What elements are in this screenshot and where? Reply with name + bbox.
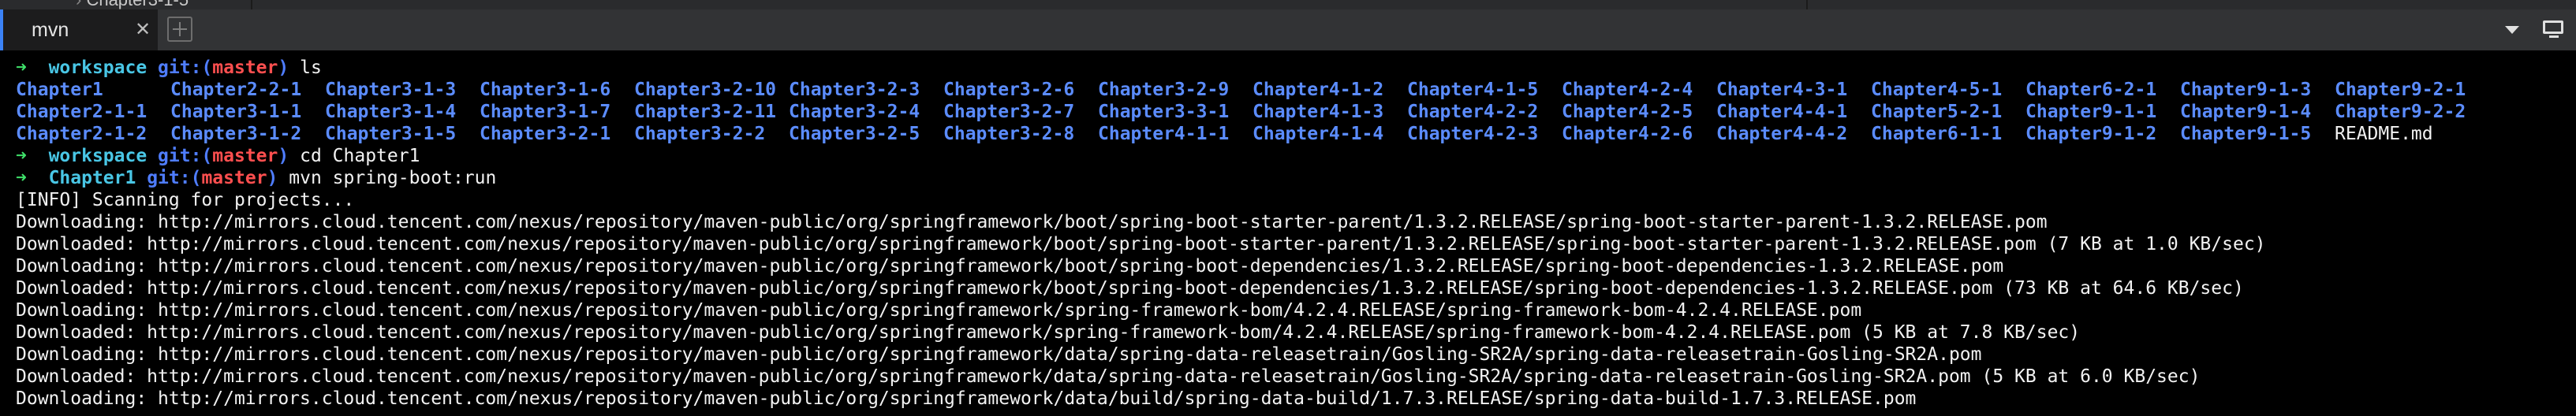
ls-entry: Chapter5-2-1	[1871, 102, 2003, 122]
output-line: Downloading: http://mirrors.cloud.tencen…	[16, 212, 2048, 232]
git-label: git:(	[147, 168, 202, 188]
ls-entry: Chapter6-2-1	[2025, 80, 2157, 100]
prompt-arrow: ➜	[16, 58, 27, 78]
ls-entry: Chapter4-4-2	[1716, 124, 1848, 144]
ls-entry: Chapter3-3-1	[1098, 102, 1230, 122]
prompt-directory: workspace	[48, 146, 147, 166]
ls-entry: Chapter1	[16, 80, 103, 100]
ls-entry: Chapter4-2-6	[1562, 124, 1693, 144]
ls-entry: Chapter9-1-3	[2180, 80, 2312, 100]
ls-entry: Chapter3-1-5	[325, 124, 457, 144]
output-line: Downloaded: http://mirrors.cloud.tencent…	[16, 366, 2201, 387]
divider	[251, 0, 252, 9]
ls-entry: Chapter3-2-4	[789, 102, 920, 122]
close-icon[interactable]: ✕	[131, 17, 155, 41]
git-branch: master	[212, 146, 278, 166]
prompt-arrow: ➜	[16, 146, 27, 166]
monitor-screen	[2543, 20, 2563, 34]
output-line: Downloading: http://mirrors.cloud.tencen…	[16, 300, 1862, 321]
ls-entry: Chapter3-1-4	[325, 102, 457, 122]
prompt-directory: Chapter1	[48, 168, 136, 188]
ls-entry: Chapter2-2-1	[170, 80, 302, 100]
ls-entry: Chapter3-2-3	[789, 80, 920, 100]
git-label-close: )	[278, 58, 289, 78]
prompt-line: ➜ Chapter1 git:(master) mvn spring-boot:…	[16, 167, 496, 189]
ls-entry: Chapter4-1-4	[1253, 124, 1384, 144]
ls-entry: Chapter3-2-10	[634, 80, 777, 100]
output-line: Downloading: http://mirrors.cloud.tencen…	[16, 256, 2004, 277]
command-text: ls	[300, 58, 322, 78]
command-text: cd Chapter1	[300, 146, 420, 166]
ls-entry: Chapter3-1-3	[325, 80, 457, 100]
chevron-down-icon[interactable]	[2502, 21, 2522, 39]
git-label-close: )	[267, 168, 278, 188]
file-tree-remnant: Chapter3-1-5	[0, 0, 2576, 9]
prompt-directory: workspace	[48, 58, 147, 78]
output-line: Downloading: http://mirrors.cloud.tencen…	[16, 388, 1917, 409]
ls-entry: Chapter6-1-1	[1871, 124, 2003, 144]
ls-entry: Chapter9-1-1	[2025, 102, 2157, 122]
divider	[1806, 0, 1808, 9]
ls-entry: Chapter4-1-1	[1098, 124, 1230, 144]
ls-entry: Chapter3-2-7	[943, 102, 1075, 122]
ls-entry: Chapter3-1-7	[480, 102, 611, 122]
prompt-arrow: ➜	[16, 168, 27, 188]
ls-entry: Chapter2-1-1	[16, 102, 147, 122]
git-label: git:(	[158, 58, 213, 78]
plus-square-icon[interactable]	[167, 17, 192, 42]
ls-entry: Chapter3-2-5	[789, 124, 920, 144]
ls-entry: Chapter4-1-2	[1253, 80, 1384, 100]
monitor-icon[interactable]	[2541, 19, 2567, 41]
ls-entry: Chapter3-2-8	[943, 124, 1075, 144]
git-label-close: )	[278, 146, 289, 166]
file-tree-item[interactable]: Chapter3-1-5	[76, 0, 189, 9]
ls-entry: Chapter4-5-1	[1871, 80, 2003, 100]
ls-entry: Chapter3-1-2	[170, 124, 302, 144]
ls-entry: Chapter4-2-4	[1562, 80, 1693, 100]
ls-entry: Chapter4-3-1	[1716, 80, 1848, 100]
ls-entry: README.md	[2335, 124, 2433, 144]
ls-entry: Chapter4-2-5	[1562, 102, 1693, 122]
ls-entry: Chapter3-1-6	[480, 80, 611, 100]
ls-entry: Chapter4-2-3	[1407, 124, 1539, 144]
ls-entry: Chapter9-2-1	[2335, 80, 2466, 100]
monitor-stand	[2549, 35, 2559, 38]
output-line: Downloaded: http://mirrors.cloud.tencent…	[16, 278, 2244, 299]
output-line: Downloaded: http://mirrors.cloud.tencent…	[16, 234, 2266, 254]
prompt-line: ➜ workspace git:(master) ls	[16, 57, 322, 79]
ls-entry: Chapter3-2-9	[1098, 80, 1230, 100]
command-text: mvn spring-boot:run	[289, 168, 497, 188]
ls-entry: Chapter9-2-2	[2335, 102, 2466, 122]
output-line: [INFO] Scanning for projects...	[16, 190, 355, 210]
ls-entry: Chapter3-2-6	[943, 80, 1075, 100]
ls-entry: Chapter4-1-3	[1253, 102, 1384, 122]
tab-title: mvn	[32, 19, 69, 41]
ls-entry: Chapter9-1-5	[2180, 124, 2312, 144]
git-branch: master	[212, 58, 278, 78]
ls-entry: Chapter3-2-2	[634, 124, 766, 144]
ls-entry: Chapter3-2-1	[480, 124, 611, 144]
prompt-line: ➜ workspace git:(master) cd Chapter1	[16, 145, 420, 167]
ls-entry: Chapter9-1-2	[2025, 124, 2157, 144]
terminal-output[interactable]: ➜ workspace git:(master) ls Chapter1 Chap…	[0, 50, 2576, 416]
ls-entry: Chapter4-4-1	[1716, 102, 1848, 122]
ls-entry: Chapter9-1-4	[2180, 102, 2312, 122]
output-line: Downloading: http://mirrors.cloud.tencen…	[16, 344, 1982, 365]
ls-entry: Chapter4-2-2	[1407, 102, 1539, 122]
tab-bar: mvn ✕	[0, 9, 2576, 51]
git-branch: master	[201, 168, 267, 188]
ls-entry: Chapter2-1-2	[16, 124, 147, 144]
tab-mvn[interactable]: mvn ✕	[0, 9, 158, 50]
ls-entry: Chapter4-1-5	[1407, 80, 1539, 100]
git-label: git:(	[158, 146, 213, 166]
ls-entry: Chapter3-2-11	[634, 102, 777, 122]
ls-entry: Chapter3-1-1	[170, 102, 302, 122]
output-line: Downloaded: http://mirrors.cloud.tencent…	[16, 322, 2081, 343]
